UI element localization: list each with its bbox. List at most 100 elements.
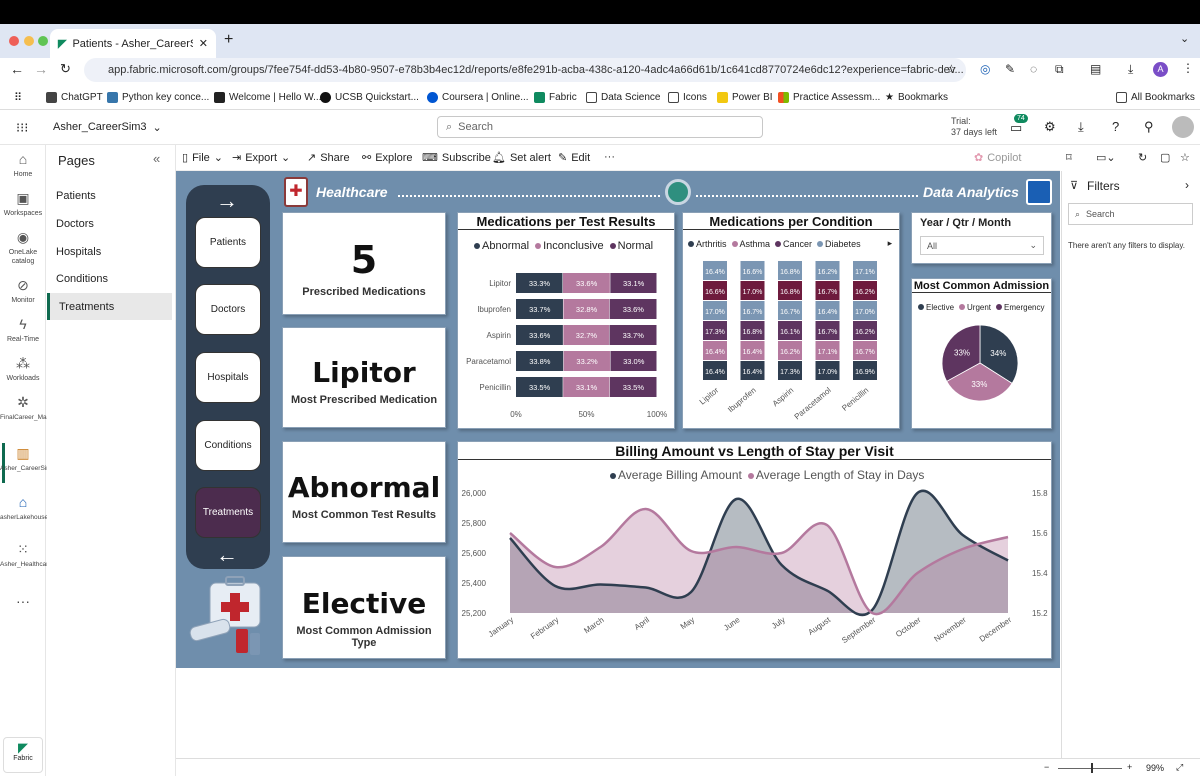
legend-item[interactable]: Elective [918, 303, 954, 312]
nav-button-conditions[interactable]: Conditions [195, 420, 261, 471]
slicer-dropdown[interactable]: All ⌄ [920, 236, 1044, 255]
workspace-selector[interactable]: Asher_CareerSim3 ⌄ [53, 121, 162, 134]
edit-button[interactable]: ✎ Edit [558, 151, 590, 165]
bookmark-item[interactable]: Practice Assessm... [778, 92, 880, 103]
arrow-left-icon[interactable]: ← [216, 542, 238, 568]
global-search-input[interactable]: ⌕ Search [437, 116, 763, 138]
rail-item-semantic-model[interactable]: ⁙ Asher_Healthcare_SM [0, 541, 65, 569]
legend-item[interactable]: Average Billing Amount [610, 468, 742, 482]
rail-item-home[interactable]: ⌂ Home [0, 151, 46, 179]
set-alert-button[interactable]: 🔔︎ Set alert [492, 151, 551, 165]
export-menu[interactable]: ⇥ Export ⌄ [232, 151, 290, 165]
legend-item[interactable]: Diabetes [817, 239, 861, 249]
subscribe-button[interactable]: ⌨ Subscribe [422, 151, 491, 165]
all-bookmarks[interactable]: All Bookmarks [1116, 92, 1195, 103]
legend-item[interactable]: Average Length of Stay in Days [747, 468, 924, 482]
legend-next-icon[interactable]: ▸ [888, 238, 893, 249]
nav-button-doctors[interactable]: Doctors [195, 284, 261, 335]
more-options-icon[interactable]: ··· [604, 151, 615, 163]
back-arrow-icon[interactable]: ← [10, 61, 24, 77]
legend-item[interactable]: Abnormal [474, 240, 529, 252]
page-item-patients[interactable]: Patients [47, 182, 172, 209]
zoom-slider-thumb[interactable] [1091, 763, 1093, 773]
download-icon[interactable]: ⤓ [1128, 62, 1133, 77]
star-icon[interactable]: ☆ [946, 62, 957, 76]
legend-item[interactable]: Normal [609, 240, 653, 252]
more-icon[interactable]: ··· [0, 594, 46, 608]
browser-tab[interactable]: ◤ Patients - Asher_CareerSim3 ✕ [50, 29, 216, 58]
fabric-switcher[interactable]: ◤ Fabric [3, 737, 43, 773]
bookmark-folder[interactable]: Icons [668, 92, 707, 103]
reload-icon[interactable]: ↻ [60, 61, 71, 77]
share-feedback-icon[interactable]: ⚲ [1144, 119, 1154, 135]
nav-button-patients[interactable]: Patients [195, 217, 261, 268]
app-launcher-icon[interactable]: ⁝⁝⁝ [16, 120, 28, 136]
bookmark-icon[interactable]: ⌑ [1066, 151, 1072, 164]
refresh-icon[interactable]: ↻ [1138, 151, 1147, 164]
page-item-conditions[interactable]: Conditions [47, 265, 172, 292]
bookmark-item[interactable]: ★ Bookmarks [885, 92, 948, 103]
bookmark-item[interactable]: Coursera | Online... [427, 92, 529, 103]
comment-icon[interactable]: ▢ [1160, 151, 1170, 164]
zoom-out-icon[interactable]: − [1044, 762, 1049, 772]
legend-item[interactable]: Emergency [996, 303, 1045, 312]
nav-button-treatments[interactable]: Treatments [195, 487, 261, 538]
bookmark-item[interactable]: Python key conce... [107, 92, 209, 103]
zoom-slider[interactable] [1058, 768, 1122, 769]
extension-icon[interactable]: ◌ [1030, 62, 1037, 76]
close-window-button[interactable] [9, 36, 19, 46]
legend-item[interactable]: Urgent [959, 303, 991, 312]
collapse-icon[interactable]: « [153, 151, 160, 166]
rail-item-workspace[interactable]: ✲ FinalCareer_March202... [0, 394, 72, 422]
file-menu[interactable]: ▯ File ⌄ [182, 151, 223, 165]
maximize-window-button[interactable] [38, 36, 48, 46]
fit-to-page-icon[interactable]: ⤢ [1176, 762, 1183, 773]
page-item-treatments[interactable]: Treatments [47, 293, 172, 320]
download-icon[interactable]: ⤓ [1078, 119, 1084, 135]
puzzle-icon[interactable]: ⧉ [1055, 62, 1064, 77]
legend-item[interactable]: Asthma [731, 239, 770, 249]
user-avatar[interactable] [1172, 116, 1194, 138]
bookmark-folder[interactable]: Data Science [586, 92, 660, 103]
page-item-doctors[interactable]: Doctors [47, 210, 172, 237]
rail-item-lakehouse[interactable]: ⌂ asherLakehouse [0, 494, 48, 522]
chevron-down-icon[interactable]: ⌄ [1180, 32, 1189, 45]
page-item-hospitals[interactable]: Hospitals [47, 238, 172, 265]
bookmark-item[interactable]: ChatGPT [46, 92, 103, 103]
help-icon[interactable]: ? [1112, 119, 1119, 134]
settings-icon[interactable]: ⚙ [1044, 119, 1056, 135]
view-icon[interactable]: ▭⌄ [1096, 151, 1116, 164]
bookmark-item[interactable]: UCSB Quickstart... [320, 92, 419, 103]
zoom-in-icon[interactable]: + [1127, 762, 1132, 772]
nav-button-hospitals[interactable]: Hospitals [195, 352, 261, 403]
minimize-window-button[interactable] [24, 36, 34, 46]
share-button[interactable]: ↗ Share [307, 151, 350, 165]
rail-item-monitor[interactable]: ⊘ Monitor [0, 277, 46, 305]
filters-search-input[interactable]: ⌕ Search [1068, 203, 1193, 225]
legend-item[interactable]: Cancer [775, 239, 812, 249]
copilot-button[interactable]: ✿ Copilot [974, 151, 1021, 165]
profile-avatar[interactable]: A [1153, 62, 1168, 77]
address-bar[interactable]: app.fabric.microsoft.com/groups/7fee754f… [84, 58, 966, 82]
extension-icon[interactable]: ✎ [1005, 62, 1015, 76]
bookmark-item[interactable]: Fabric [534, 92, 577, 103]
bookmark-item[interactable]: Power BI [717, 92, 773, 103]
forward-arrow-icon[interactable]: → [34, 61, 48, 77]
new-tab-button[interactable]: + [224, 31, 233, 49]
rail-item-onelake[interactable]: ◉ OneLake catalog [0, 229, 46, 266]
rail-item-report[interactable]: ▥ Asher_CareerSim3 [0, 445, 55, 473]
arrow-right-icon[interactable]: → [216, 188, 238, 214]
bookmark-item[interactable]: Welcome | Hello W... [214, 92, 321, 103]
star-icon[interactable]: ☆ [1180, 151, 1190, 164]
legend-item[interactable]: Inconclusive [535, 240, 604, 252]
extension-icon[interactable]: ◎ [980, 62, 990, 76]
more-menu-icon[interactable]: ⋮ [1182, 61, 1194, 75]
legend-item[interactable]: Arthritis [688, 239, 727, 249]
apps-grid-icon[interactable]: ⠿ [14, 91, 22, 104]
expand-icon[interactable]: › [1185, 178, 1189, 192]
rail-item-realtime[interactable]: ϟ Real-Time [0, 316, 46, 344]
rail-item-workloads[interactable]: ⁂ Workloads [0, 355, 46, 383]
explore-button[interactable]: ⚯ Explore [362, 151, 413, 165]
tab-close-icon[interactable]: ✕ [199, 37, 208, 50]
reading-list-icon[interactable]: ▤ [1090, 62, 1101, 76]
